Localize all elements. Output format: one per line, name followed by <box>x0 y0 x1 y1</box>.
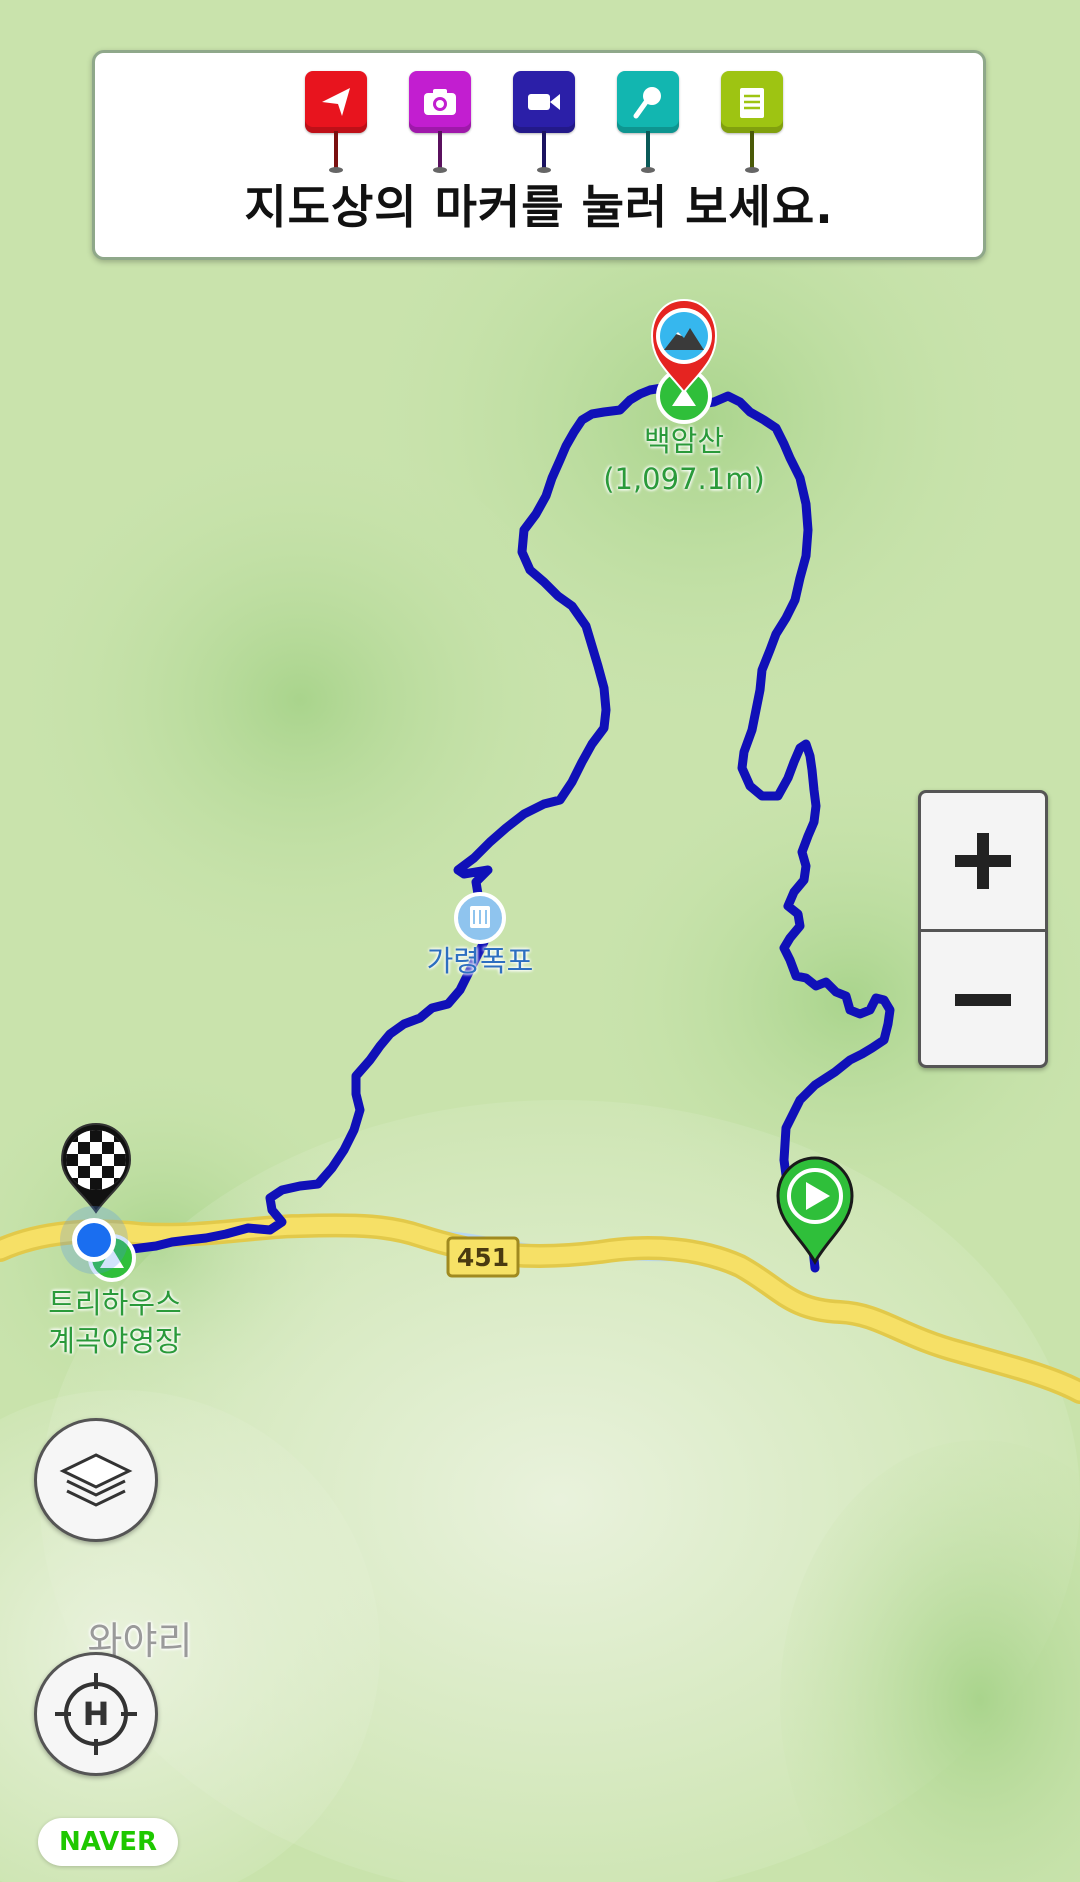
marker-type-list <box>305 71 783 183</box>
minus-icon <box>955 994 1011 1006</box>
video-marker[interactable] <box>513 71 575 183</box>
photo-marker[interactable] <box>409 71 471 183</box>
direction-marker[interactable] <box>305 71 367 183</box>
svg-text:H: H <box>83 1695 110 1733</box>
peak-marker[interactable] <box>650 298 718 424</box>
legend-instruction: 지도상의 마커를 눌러 보세요. <box>244 180 834 234</box>
waterfall-marker[interactable] <box>454 892 506 944</box>
road-number-shield: 451 <box>446 1236 520 1278</box>
road-number: 451 <box>457 1243 509 1272</box>
plus-icon <box>955 833 1011 889</box>
zoom-out-button[interactable] <box>921 932 1045 1068</box>
terrain-shade <box>20 440 580 960</box>
zoom-control <box>918 790 1048 1068</box>
layers-icon <box>59 1453 133 1507</box>
memo-marker[interactable] <box>721 71 783 183</box>
current-location-dot <box>60 1206 128 1274</box>
peak-name: 백암산 <box>643 424 725 458</box>
locate-button[interactable]: H <box>34 1652 158 1776</box>
campsite-name-line2: 계곡야영장 <box>48 1324 182 1358</box>
campsite-name-line1: 트리하우스 <box>48 1286 182 1320</box>
waterfall-label: 가령폭포 <box>426 944 534 978</box>
notepad-icon <box>740 88 764 118</box>
naver-attribution[interactable]: NAVER <box>38 1818 178 1866</box>
audio-marker[interactable] <box>617 71 679 183</box>
campsite-label: 트리하우스 계곡야영장 <box>20 1284 210 1360</box>
microphone-icon <box>633 87 661 119</box>
layers-button[interactable] <box>34 1418 158 1542</box>
camera-icon <box>424 89 456 115</box>
arrow-icon <box>322 88 350 116</box>
peak-label: 백암산 (1,097.1m) <box>584 422 784 498</box>
zoom-in-button[interactable] <box>921 793 1045 932</box>
peak-elevation: (1,097.1m) <box>603 462 765 496</box>
video-icon <box>528 94 560 110</box>
crosshair-h-icon: H <box>55 1673 137 1755</box>
marker-legend-panel: 지도상의 마커를 눌러 보세요. <box>92 50 986 260</box>
